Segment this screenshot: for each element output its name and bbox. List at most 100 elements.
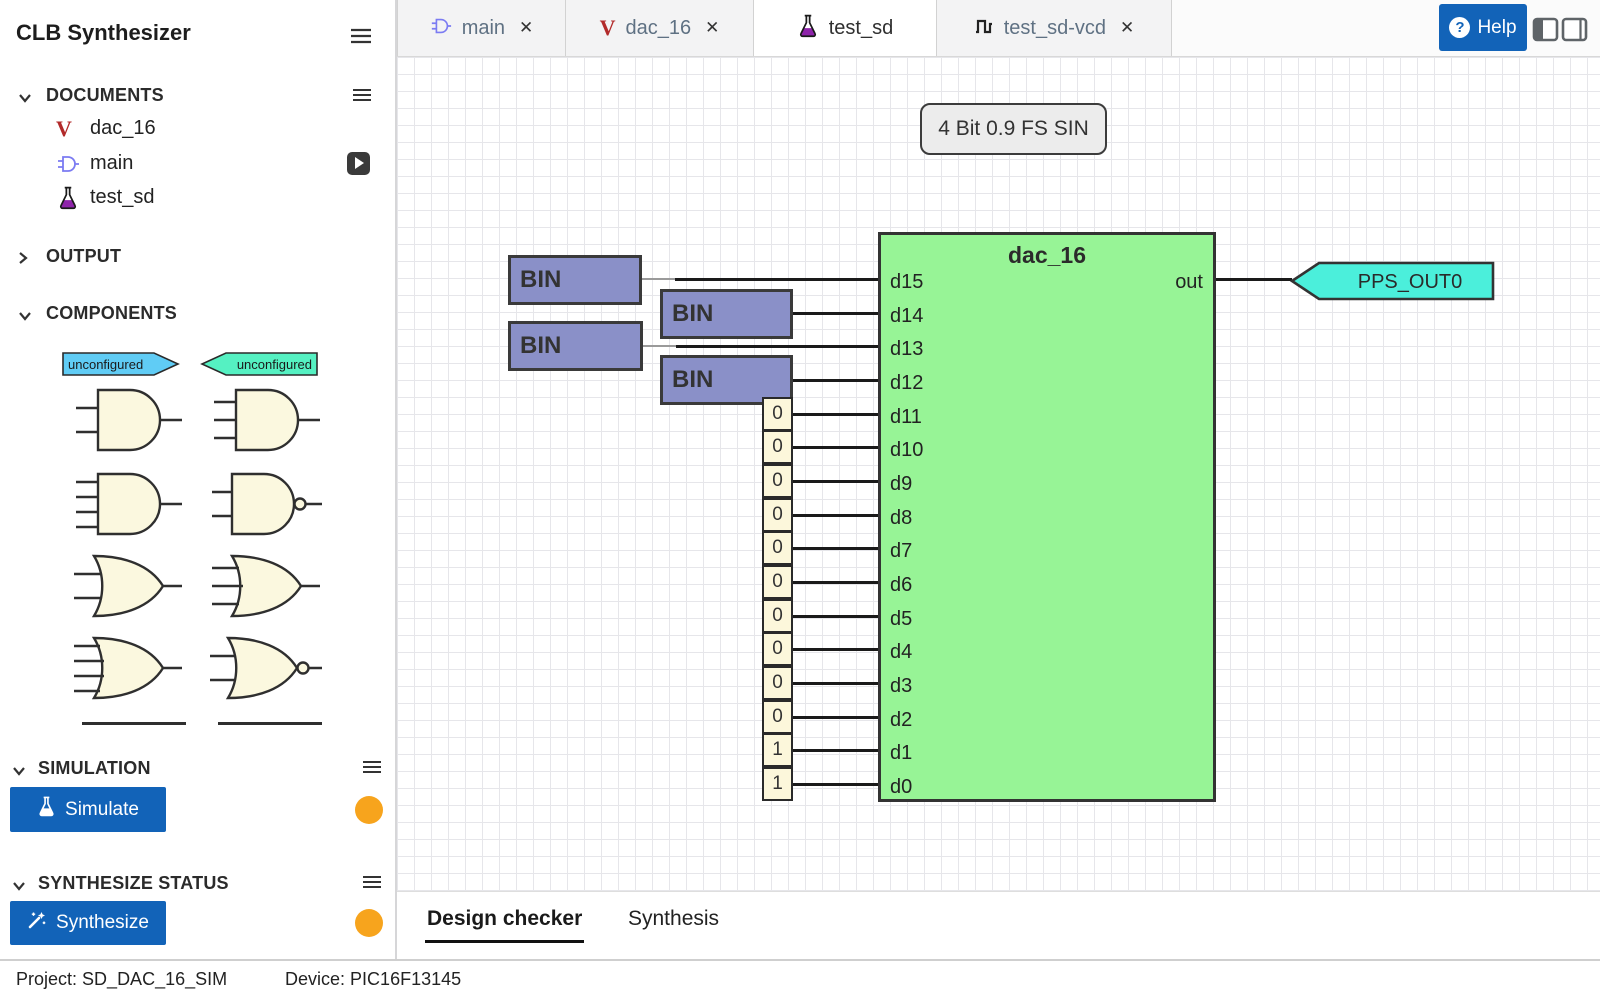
component-or2-gate[interactable] (60, 552, 185, 620)
chevron-down-icon (12, 878, 26, 896)
close-icon[interactable]: ✕ (1120, 18, 1134, 38)
constant-block-d4[interactable]: 0 (762, 632, 793, 666)
constant-block-d0[interactable]: 1 (762, 767, 793, 801)
synthesize-menu-icon[interactable] (362, 875, 384, 891)
pin-d13: d13 (890, 336, 923, 362)
bin-block-label: BIN (672, 300, 713, 327)
simulation-menu-icon[interactable] (362, 760, 384, 776)
chevron-down-icon (18, 90, 32, 108)
wire-const-d9 (793, 480, 878, 483)
synthesize-button[interactable]: Synthesize (10, 901, 166, 945)
component-input-pin[interactable]: unconfigured (62, 352, 180, 376)
constant-block-d6[interactable]: 0 (762, 565, 793, 599)
document-item-label: dac_16 (90, 117, 156, 140)
pin-d12: d12 (890, 370, 923, 396)
help-button[interactable]: ? Help (1439, 4, 1527, 51)
constant-block-d5[interactable]: 0 (762, 599, 793, 633)
pin-d3: d3 (890, 673, 912, 699)
tab-design-checker[interactable]: Design checker (425, 907, 584, 943)
bin-block-d13[interactable]: BIN (508, 321, 643, 371)
dac16-block[interactable]: dac_16 d15 d14 d13 d12 d11 d10 d9 d8 d7 … (878, 232, 1216, 802)
simulation-status-indicator (355, 796, 383, 824)
tab-label: main (462, 17, 505, 40)
pin-d4: d4 (890, 639, 912, 665)
component-and3-gate[interactable] (198, 386, 323, 454)
pin-out: out (1175, 269, 1203, 295)
section-components[interactable]: COMPONENTS (0, 302, 395, 328)
app-window: CLB Synthesizer DOCUMENTS V dac_16 main (0, 0, 1600, 997)
bin-block-d15[interactable]: BIN (508, 255, 642, 305)
pps-out0-port[interactable]: PPS_OUT0 (1290, 261, 1496, 301)
chevron-down-icon (18, 308, 32, 326)
component-nand-gate[interactable] (198, 470, 323, 538)
section-output[interactable]: OUTPUT (0, 245, 395, 271)
constant-block-d2[interactable]: 0 (762, 700, 793, 734)
wire-const-d0 (793, 783, 878, 786)
document-item-dac16[interactable]: V dac_16 (0, 115, 340, 145)
section-documents[interactable]: DOCUMENTS (0, 84, 395, 110)
constant-block-d9[interactable]: 0 (762, 464, 793, 498)
document-item-label: main (90, 152, 133, 175)
document-item-label: test_sd (90, 186, 154, 209)
flask-icon (797, 14, 819, 43)
question-icon: ? (1449, 17, 1470, 38)
section-simulation-label: SIMULATION (38, 758, 151, 779)
bin-block-d14[interactable]: BIN (660, 289, 793, 339)
constant-block-d3[interactable]: 0 (762, 666, 793, 700)
wire-const-d3 (793, 682, 878, 685)
constant-block-d11[interactable]: 0 (762, 397, 793, 431)
wire-const-d4 (793, 648, 878, 651)
tab-label: test_sd-vcd (1004, 17, 1106, 40)
documents-menu-icon[interactable] (352, 88, 374, 104)
flask-icon (37, 796, 56, 823)
wire-const-d8 (793, 514, 878, 517)
component-or3-gate[interactable] (198, 552, 323, 620)
bin-block-label: BIN (520, 332, 561, 359)
tab-dac16[interactable]: V dac_16 ✕ (566, 0, 754, 56)
section-synthesize[interactable]: SYNTHESIZE STATUS (0, 872, 395, 898)
and-gate-icon (56, 152, 80, 176)
wire-bin-d12 (793, 379, 878, 382)
chevron-down-icon (12, 763, 26, 781)
component-output-pin[interactable]: unconfigured (200, 352, 318, 376)
wire-const-d5 (793, 615, 878, 618)
constant-block-d1[interactable]: 1 (762, 733, 793, 767)
constant-block-d10[interactable]: 0 (762, 430, 793, 464)
chevron-right-icon (18, 251, 28, 270)
wire-bin-d13 (676, 345, 878, 348)
constant-block-d8[interactable]: 0 (762, 498, 793, 532)
document-item-testsd[interactable]: test_sd (0, 184, 340, 214)
wire-bin-d15 (675, 278, 878, 281)
close-icon[interactable]: ✕ (519, 18, 533, 38)
app-menu-icon[interactable] (350, 28, 372, 44)
play-button[interactable] (347, 152, 370, 175)
document-item-main[interactable]: main (0, 150, 340, 180)
annotation-label[interactable]: 4 Bit 0.9 FS SIN (920, 103, 1107, 155)
close-icon[interactable]: ✕ (705, 18, 719, 38)
section-output-label: OUTPUT (46, 246, 121, 267)
wire-const-d6 (793, 581, 878, 584)
waveform-icon (974, 16, 994, 41)
tab-testsd[interactable]: test_sd (754, 0, 937, 56)
simulate-button-label: Simulate (65, 799, 139, 821)
tab-label: dac_16 (626, 17, 692, 40)
component-and4-gate[interactable] (60, 470, 185, 538)
wire-const-d7 (793, 547, 878, 550)
toggle-right-panel-button[interactable] (1561, 16, 1588, 43)
section-synthesize-label: SYNTHESIZE STATUS (38, 873, 229, 894)
app-title: CLB Synthesizer (16, 20, 191, 46)
section-components-label: COMPONENTS (46, 303, 177, 324)
component-nor-gate[interactable] (198, 634, 323, 702)
section-simulation[interactable]: SIMULATION (0, 757, 395, 783)
tab-synthesis[interactable]: Synthesis (626, 907, 721, 940)
component-or4-gate[interactable] (60, 634, 185, 702)
output-pin-label: unconfigured (237, 357, 312, 372)
tab-main[interactable]: main ✕ (397, 0, 566, 56)
toggle-left-panel-button[interactable] (1532, 16, 1559, 43)
schematic-canvas[interactable]: 4 Bit 0.9 FS SIN dac_16 d15 d14 d13 d12 … (397, 57, 1600, 891)
constant-block-d7[interactable]: 0 (762, 531, 793, 565)
pin-d6: d6 (890, 572, 912, 598)
simulate-button[interactable]: Simulate (10, 787, 166, 832)
component-and2-gate[interactable] (60, 386, 185, 454)
tab-testsd-vcd[interactable]: test_sd-vcd ✕ (937, 0, 1172, 56)
